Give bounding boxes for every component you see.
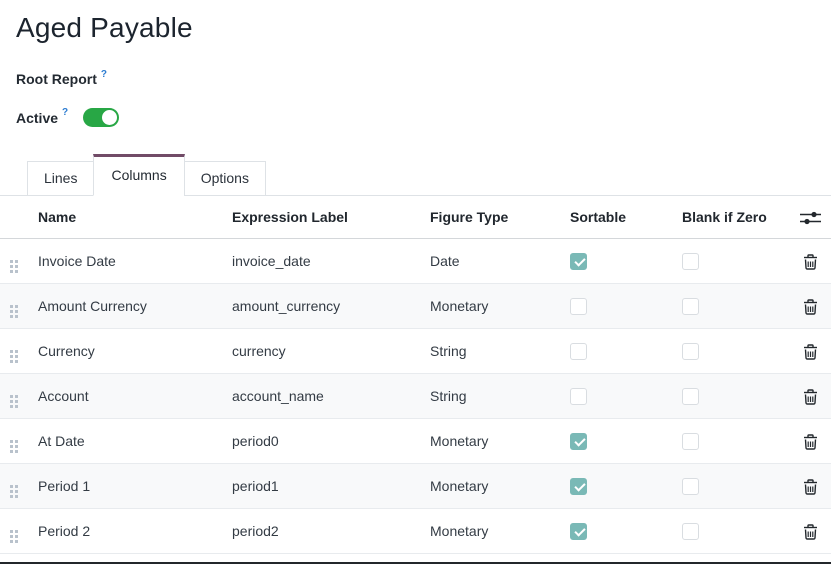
cell-figure-type[interactable]: Date (430, 253, 565, 269)
cell-expression-label[interactable]: invoice_date (232, 253, 430, 269)
drag-handle-icon[interactable] (10, 260, 18, 273)
trash-icon[interactable] (803, 524, 818, 540)
drag-handle-icon[interactable] (10, 350, 18, 363)
notebook-tabs: Lines Columns Options (0, 154, 831, 196)
table-header-row: Name Expression Label Figure Type Sortab… (0, 196, 831, 239)
tab-options[interactable]: Options (184, 161, 266, 196)
cell-name[interactable]: Account (38, 388, 232, 404)
blank-if-zero-checkbox[interactable] (682, 388, 699, 405)
active-toggle[interactable] (83, 108, 119, 127)
cell-name[interactable]: Invoice Date (38, 253, 232, 269)
cell-expression-label[interactable]: period0 (232, 433, 430, 449)
toggle-knob-icon (102, 110, 117, 125)
table-row: Currency currency String (0, 329, 831, 374)
drag-handle-icon[interactable] (10, 395, 18, 408)
header-expression-label[interactable]: Expression Label (232, 209, 430, 225)
cell-name[interactable]: Currency (38, 343, 232, 359)
table-row: Period 1 period1 Monetary (0, 464, 831, 509)
blank-if-zero-checkbox[interactable] (682, 433, 699, 450)
drag-handle-icon[interactable] (10, 530, 18, 543)
sortable-checkbox[interactable] (570, 343, 587, 360)
trash-icon[interactable] (803, 344, 818, 360)
sortable-checkbox[interactable] (570, 478, 587, 495)
drag-handle-icon[interactable] (10, 485, 18, 498)
cell-expression-label[interactable]: currency (232, 343, 430, 359)
sliders-icon[interactable] (800, 210, 821, 226)
columns-table: Name Expression Label Figure Type Sortab… (0, 196, 831, 554)
table-row: Account account_name String (0, 374, 831, 419)
page-title: Aged Payable (16, 12, 815, 44)
cell-figure-type[interactable]: Monetary (430, 523, 565, 539)
table-row: At Date period0 Monetary (0, 419, 831, 464)
trash-icon[interactable] (803, 254, 818, 270)
table-row: Amount Currency amount_currency Monetary (0, 284, 831, 329)
table-row: Period 2 period2 Monetary (0, 509, 831, 554)
tab-columns[interactable]: Columns (93, 154, 184, 196)
tab-lines[interactable]: Lines (27, 161, 94, 196)
header-blank-if-zero[interactable]: Blank if Zero (682, 209, 800, 225)
cell-name[interactable]: At Date (38, 433, 232, 449)
active-label: Active (16, 110, 58, 126)
help-icon[interactable]: ? (62, 107, 68, 118)
cell-expression-label[interactable]: period2 (232, 523, 430, 539)
table-body: Invoice Date invoice_date Date Amount Cu… (0, 239, 831, 554)
active-field: Active? (16, 108, 815, 127)
cell-figure-type[interactable]: Monetary (430, 298, 565, 314)
cell-name[interactable]: Period 2 (38, 523, 232, 539)
header-name[interactable]: Name (38, 209, 232, 225)
help-icon[interactable]: ? (101, 69, 107, 80)
root-report-field: Root Report? (16, 71, 815, 87)
cell-name[interactable]: Amount Currency (38, 298, 232, 314)
cell-figure-type[interactable]: String (430, 388, 565, 404)
cell-name[interactable]: Period 1 (38, 478, 232, 494)
sortable-checkbox[interactable] (570, 523, 587, 540)
form-header: Aged Payable Root Report? Active? (0, 0, 831, 127)
cell-expression-label[interactable]: account_name (232, 388, 430, 404)
blank-if-zero-checkbox[interactable] (682, 253, 699, 270)
trash-icon[interactable] (803, 434, 818, 450)
cell-expression-label[interactable]: amount_currency (232, 298, 430, 314)
blank-if-zero-checkbox[interactable] (682, 478, 699, 495)
trash-icon[interactable] (803, 479, 818, 495)
cell-figure-type[interactable]: Monetary (430, 478, 565, 494)
sortable-checkbox[interactable] (570, 298, 587, 315)
table-row: Invoice Date invoice_date Date (0, 239, 831, 284)
drag-handle-icon[interactable] (10, 305, 18, 318)
blank-if-zero-checkbox[interactable] (682, 298, 699, 315)
trash-icon[interactable] (803, 389, 818, 405)
drag-handle-icon[interactable] (10, 440, 18, 453)
cell-figure-type[interactable]: String (430, 343, 565, 359)
cell-expression-label[interactable]: period1 (232, 478, 430, 494)
header-figure-type[interactable]: Figure Type (430, 209, 565, 225)
sortable-checkbox[interactable] (570, 253, 587, 270)
cell-figure-type[interactable]: Monetary (430, 433, 565, 449)
blank-if-zero-checkbox[interactable] (682, 343, 699, 360)
trash-icon[interactable] (803, 299, 818, 315)
header-sortable[interactable]: Sortable (565, 209, 682, 225)
blank-if-zero-checkbox[interactable] (682, 523, 699, 540)
sortable-checkbox[interactable] (570, 388, 587, 405)
root-report-label: Root Report (16, 71, 97, 87)
sortable-checkbox[interactable] (570, 433, 587, 450)
